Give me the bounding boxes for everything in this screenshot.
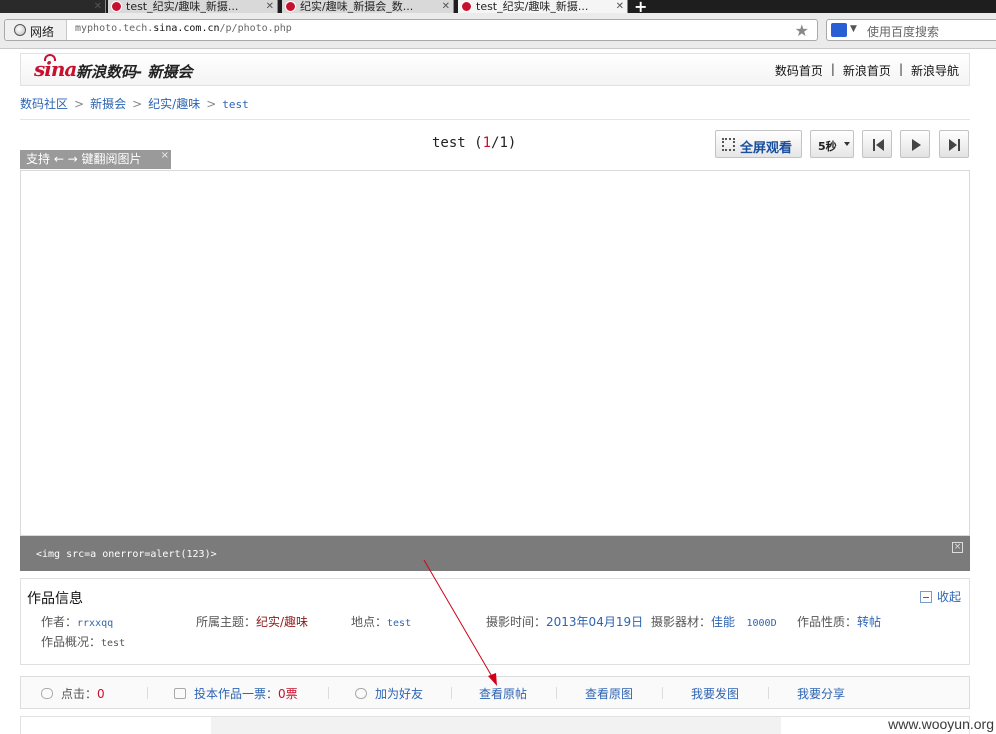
annotation-arrow <box>423 559 497 686</box>
